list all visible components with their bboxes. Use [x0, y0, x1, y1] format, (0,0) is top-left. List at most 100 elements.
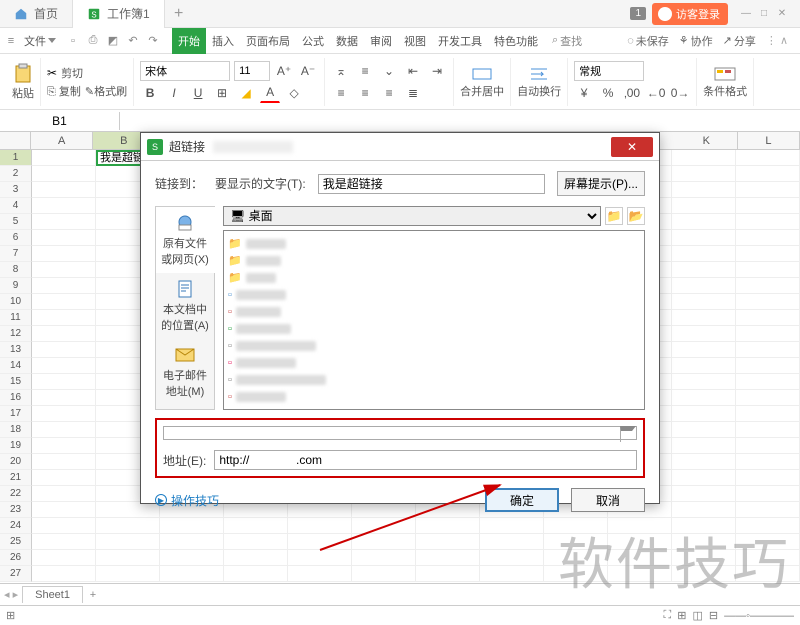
new-tab-button[interactable]: +: [165, 5, 193, 23]
row-header[interactable]: 8: [0, 262, 32, 278]
tab-workbook[interactable]: S 工作簿1: [73, 0, 165, 28]
cell[interactable]: [672, 422, 736, 438]
cell[interactable]: [672, 150, 736, 166]
row-header[interactable]: 7: [0, 246, 32, 262]
row-header[interactable]: 22: [0, 486, 32, 502]
cell[interactable]: [736, 326, 800, 342]
cell[interactable]: [32, 230, 96, 246]
sheet-nav[interactable]: ◂ ▸: [4, 588, 18, 601]
up-folder-icon[interactable]: 📁: [605, 207, 623, 225]
cell[interactable]: [288, 566, 352, 582]
cell[interactable]: [32, 182, 96, 198]
cell[interactable]: [672, 374, 736, 390]
row-header[interactable]: 11: [0, 310, 32, 326]
row-header[interactable]: 14: [0, 358, 32, 374]
cell[interactable]: [736, 262, 800, 278]
view-normal-icon[interactable]: ⛶: [664, 609, 672, 622]
ribbon-tab-formula[interactable]: 公式: [296, 28, 330, 54]
minimize-button[interactable]: —: [738, 6, 754, 22]
font-name-select[interactable]: [140, 61, 230, 81]
cell[interactable]: [672, 470, 736, 486]
ribbon-tab-view[interactable]: 视图: [398, 28, 432, 54]
file-menu[interactable]: 文件: [18, 33, 62, 49]
cell[interactable]: [608, 566, 672, 582]
cell[interactable]: [32, 278, 96, 294]
row-header[interactable]: 15: [0, 374, 32, 390]
list-item[interactable]: ▫: [228, 371, 640, 388]
row-header[interactable]: 18: [0, 422, 32, 438]
maximize-button[interactable]: □: [756, 6, 772, 22]
view-grid-icon[interactable]: ⊞: [677, 609, 686, 622]
cell[interactable]: [480, 550, 544, 566]
cell[interactable]: [672, 262, 736, 278]
paste-button[interactable]: 粘贴: [6, 58, 41, 106]
row-header[interactable]: 3: [0, 182, 32, 198]
format-painter-button[interactable]: ✎格式刷: [85, 83, 127, 99]
inc-decimal-button[interactable]: ←0: [646, 83, 666, 103]
row-header[interactable]: 23: [0, 502, 32, 518]
cell[interactable]: [32, 390, 96, 406]
comma-button[interactable]: ‚00: [622, 83, 642, 103]
cell[interactable]: [96, 566, 160, 582]
ribbon-tab-dev[interactable]: 开发工具: [432, 28, 488, 54]
browse-icon[interactable]: 📂: [627, 207, 645, 225]
row-header[interactable]: 9: [0, 278, 32, 294]
cond-format-button[interactable]: 条件格式: [697, 58, 754, 106]
dec-decimal-button[interactable]: 0→: [670, 83, 690, 103]
redo-icon[interactable]: ↷: [146, 34, 160, 48]
cell[interactable]: [32, 454, 96, 470]
list-item[interactable]: ▫: [228, 303, 640, 320]
cell[interactable]: [672, 278, 736, 294]
col-header[interactable]: A: [31, 132, 93, 149]
select-all-corner[interactable]: [0, 132, 31, 149]
fill-color-button[interactable]: ◢: [236, 83, 256, 103]
list-item[interactable]: 📁: [228, 269, 640, 286]
cell[interactable]: [736, 486, 800, 502]
wrap-button[interactable]: 自动换行: [511, 58, 568, 106]
list-item[interactable]: ▫: [228, 320, 640, 337]
cell[interactable]: [224, 566, 288, 582]
cell[interactable]: [736, 246, 800, 262]
cell[interactable]: [32, 502, 96, 518]
cell[interactable]: [672, 326, 736, 342]
cell[interactable]: [544, 550, 608, 566]
col-header[interactable]: L: [738, 132, 800, 149]
font-size-select[interactable]: [234, 61, 270, 81]
cell[interactable]: [160, 566, 224, 582]
cell[interactable]: [160, 534, 224, 550]
cell[interactable]: [416, 534, 480, 550]
side-item-mail[interactable]: 电子邮件地址(M): [156, 339, 214, 405]
currency-button[interactable]: ¥: [574, 83, 594, 103]
ribbon-tab-insert[interactable]: 插入: [206, 28, 240, 54]
row-header[interactable]: 6: [0, 230, 32, 246]
row-header[interactable]: 13: [0, 342, 32, 358]
cell[interactable]: [736, 454, 800, 470]
cell[interactable]: [224, 550, 288, 566]
row-header[interactable]: 19: [0, 438, 32, 454]
ribbon-tab-data[interactable]: 数据: [330, 28, 364, 54]
cell[interactable]: [672, 310, 736, 326]
row-header[interactable]: 27: [0, 566, 32, 582]
cell[interactable]: [736, 182, 800, 198]
print-icon[interactable]: ⎙: [86, 34, 100, 48]
cell[interactable]: [736, 358, 800, 374]
cell[interactable]: [736, 150, 800, 166]
percent-button[interactable]: %: [598, 83, 618, 103]
align-center-button[interactable]: ≡: [355, 83, 375, 103]
cell[interactable]: [736, 374, 800, 390]
cell[interactable]: [288, 550, 352, 566]
side-item-file[interactable]: 原有文件或网页(X): [156, 207, 215, 273]
row-header[interactable]: 20: [0, 454, 32, 470]
ribbon-tab-review[interactable]: 审阅: [364, 28, 398, 54]
cell[interactable]: [672, 566, 736, 582]
font-color-button[interactable]: A: [260, 83, 280, 103]
cell[interactable]: [480, 534, 544, 550]
cell[interactable]: [608, 534, 672, 550]
list-item[interactable]: ▫: [228, 354, 640, 371]
align-right-button[interactable]: ≡: [379, 83, 399, 103]
view-split-icon[interactable]: ⊟: [709, 609, 718, 622]
justify-button[interactable]: ≣: [403, 83, 423, 103]
cell[interactable]: [32, 150, 96, 166]
dialog-close-button[interactable]: ✕: [611, 137, 653, 157]
ok-button[interactable]: 确定: [485, 488, 559, 512]
